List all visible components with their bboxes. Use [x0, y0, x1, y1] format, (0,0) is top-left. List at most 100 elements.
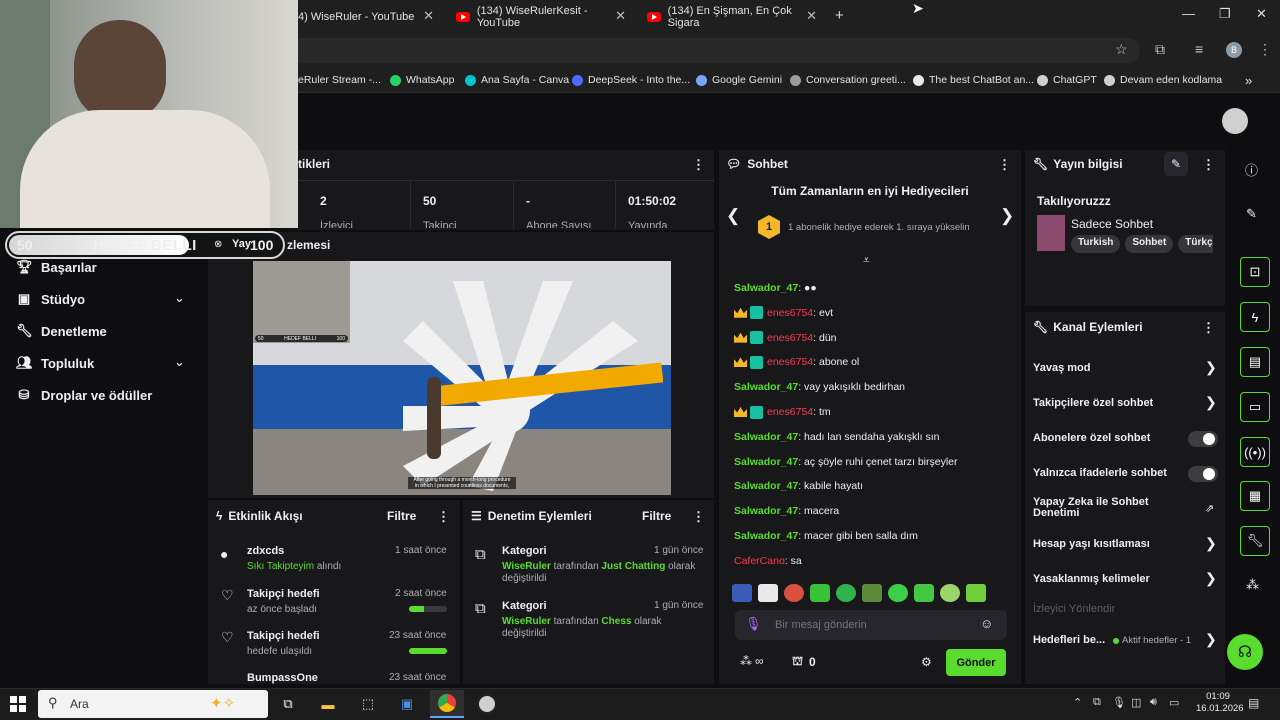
emote-only-toggle[interactable] [1188, 466, 1218, 482]
bookmark-item[interactable]: Ana Sayfa - Canva [465, 72, 569, 88]
sub-only-toggle[interactable] [1188, 431, 1218, 447]
notifications-icon[interactable]: ▤ [1248, 696, 1259, 710]
chevron-left-icon[interactable]: ❮ [726, 206, 740, 226]
chat-username[interactable]: CaferCano [734, 555, 785, 567]
bookmark-star-icon[interactable]: ☆ [1115, 41, 1128, 58]
bookmark-item[interactable]: DeepSeek - Into the... [572, 72, 690, 88]
chat-username[interactable]: enes6754 [767, 356, 813, 368]
tag-pill[interactable]: Turkish [1071, 235, 1121, 253]
store-icon[interactable]: ▣ [397, 694, 417, 714]
browser-tab[interactable]: 4) WiseRuler - YouTube ✕ [298, 4, 440, 30]
action-goals[interactable]: Hedefleri be... [1033, 634, 1105, 646]
emote-icon[interactable] [888, 584, 908, 602]
chat-username[interactable]: Salwador_47 [734, 381, 798, 393]
chat-username[interactable]: enes6754 [767, 406, 813, 418]
moderation-filter-button[interactable]: Filtre [642, 509, 671, 523]
chevron-down-icon[interactable]: ⌄ [174, 290, 185, 306]
address-bar[interactable] [290, 38, 1140, 63]
camera-icon[interactable]: ⊡ [1240, 257, 1270, 287]
media-control-icon[interactable]: ≡ [1195, 41, 1203, 57]
wrench-icon[interactable]: 🔧︎ [1240, 526, 1270, 556]
chevron-right-icon[interactable]: ❯ [1205, 631, 1217, 648]
external-link-icon[interactable]: ⇗ [1205, 502, 1214, 515]
emote-icon[interactable] [914, 584, 934, 602]
chat-username[interactable]: Salwador_47 [734, 456, 798, 468]
chevron-right-icon[interactable]: ❯ [1000, 206, 1014, 226]
more-options-icon[interactable]: ⋮ [1202, 320, 1215, 336]
stream-category[interactable]: Sadece Sohbet [1071, 217, 1153, 231]
more-options-icon[interactable]: ⋮ [437, 509, 450, 525]
app-icon[interactable]: ⬚ [358, 694, 378, 714]
obs-icon[interactable] [477, 694, 497, 714]
emote-icon[interactable] [758, 584, 778, 602]
action-account-age[interactable]: Hesap yaşı kısıtlaması [1033, 538, 1150, 550]
more-options-icon[interactable]: ⋮ [692, 509, 705, 525]
broadcast-icon[interactable]: ((•)) [1240, 437, 1270, 467]
channel-points[interactable]: ⁂ ∞ [740, 654, 764, 668]
chevron-right-icon[interactable]: ❯ [1205, 535, 1217, 552]
action-ai-moderation[interactable]: Yapay Zeka ile Sohbet Denetimi [1033, 497, 1183, 519]
nav-item-community[interactable]: 👥︎ Topluluk [16, 352, 94, 374]
bookmark-item[interactable]: eRuler Stream -... [298, 72, 381, 88]
action-slow-mode[interactable]: Yavaş mod [1033, 362, 1090, 374]
chat-username[interactable]: enes6754 [767, 332, 813, 344]
more-bookmarks-icon[interactable]: » [1245, 72, 1252, 88]
microphone-icon[interactable]: 🎙︎ [745, 616, 762, 632]
browser-tab[interactable]: (134) WiseRulerKesit - YouTube ✕ [456, 4, 632, 30]
close-window-icon[interactable]: ✕ [1256, 6, 1267, 22]
emote-icon[interactable] [862, 584, 882, 602]
notes-icon[interactable]: ▤ [1240, 347, 1270, 377]
nav-item-moderation[interactable]: 🔧︎ Denetleme [16, 320, 107, 342]
action-follower-only[interactable]: Takipçilere özel sohbet [1033, 397, 1153, 409]
volume-icon[interactable]: 🔊︎ [1150, 696, 1157, 709]
pin-collapse-icon[interactable]: ⩡ [863, 253, 870, 268]
bookmark-item[interactable]: Devam eden kodlama [1104, 72, 1222, 88]
stream-preview-video[interactable]: 50 HEDEF BELLI 100 After going through a… [253, 261, 671, 495]
emote-icon[interactable] [836, 584, 856, 602]
chat-username[interactable]: Salwador_47 [734, 282, 798, 294]
profile-avatar[interactable]: B [1226, 42, 1242, 58]
chat-bubble-icon[interactable]: ▭ [1240, 392, 1270, 422]
browser-menu-icon[interactable]: ⋮ [1258, 41, 1272, 58]
taskbar-search[interactable]: ⚲ Ara ✦✧ [38, 690, 268, 718]
browser-tab[interactable]: (134) En Şişman, En Çok Sigara ✕ [647, 4, 823, 30]
edit-icon[interactable]: ✎ [1246, 206, 1257, 222]
bookmark-item[interactable]: The best ChatBot an... [913, 72, 1034, 88]
layout-icon[interactable]: ▦ [1240, 481, 1270, 511]
more-options-icon[interactable]: ⋮ [998, 157, 1011, 173]
new-tab-button[interactable]: + [835, 7, 844, 24]
chat-username[interactable]: enes6754 [767, 307, 813, 319]
bookmark-item[interactable]: ChatGPT [1037, 72, 1097, 88]
chevron-right-icon[interactable]: ❯ [1205, 394, 1217, 411]
user-avatar[interactable] [1222, 108, 1248, 134]
tab-close-icon[interactable]: ✕ [806, 8, 817, 24]
tab-close-icon[interactable]: ✕ [615, 8, 626, 24]
emote-icon[interactable] [810, 584, 830, 602]
bits-balance[interactable]: ⛫ 0 [792, 654, 816, 670]
emote-icon[interactable] [784, 584, 804, 602]
support-headset-button[interactable]: ☊ [1227, 634, 1263, 670]
more-options-icon[interactable]: ⋮ [1202, 157, 1215, 173]
community-icon[interactable]: ⁂ [1246, 577, 1259, 593]
microphone-icon[interactable]: 🎙︎ [1112, 696, 1126, 709]
bookmark-item[interactable]: Google Gemini [696, 72, 782, 88]
tray-chevron-icon[interactable]: ⌃ [1073, 696, 1082, 709]
emote-icon[interactable] [966, 584, 986, 602]
tray-app-icon[interactable]: ⧉ [1093, 696, 1101, 709]
chat-username[interactable]: Salwador_47 [734, 431, 798, 443]
maximize-icon[interactable]: ❐ [1219, 6, 1231, 22]
chat-username[interactable]: Salwador_47 [734, 505, 798, 517]
chrome-taskbar-button[interactable] [430, 690, 464, 718]
task-view-icon[interactable]: ⧉ [278, 694, 298, 714]
emote-icon[interactable] [732, 584, 752, 602]
clock[interactable]: 01:09 16.01.2026 [1196, 691, 1244, 715]
lightning-icon[interactable]: ϟ [1240, 302, 1270, 332]
send-button[interactable]: Gönder [946, 649, 1006, 676]
chevron-right-icon[interactable]: ❯ [1205, 359, 1217, 376]
chat-username[interactable]: Salwador_47 [734, 530, 798, 542]
chat-input-box[interactable]: 🎙︎ ☺ [735, 610, 1007, 640]
battery-icon[interactable]: ▭ [1169, 696, 1179, 709]
action-banned-words[interactable]: Yasaklanmış kelimeler [1033, 573, 1150, 585]
chat-input[interactable] [775, 616, 975, 634]
emoji-icon[interactable]: ☺ [980, 616, 993, 631]
